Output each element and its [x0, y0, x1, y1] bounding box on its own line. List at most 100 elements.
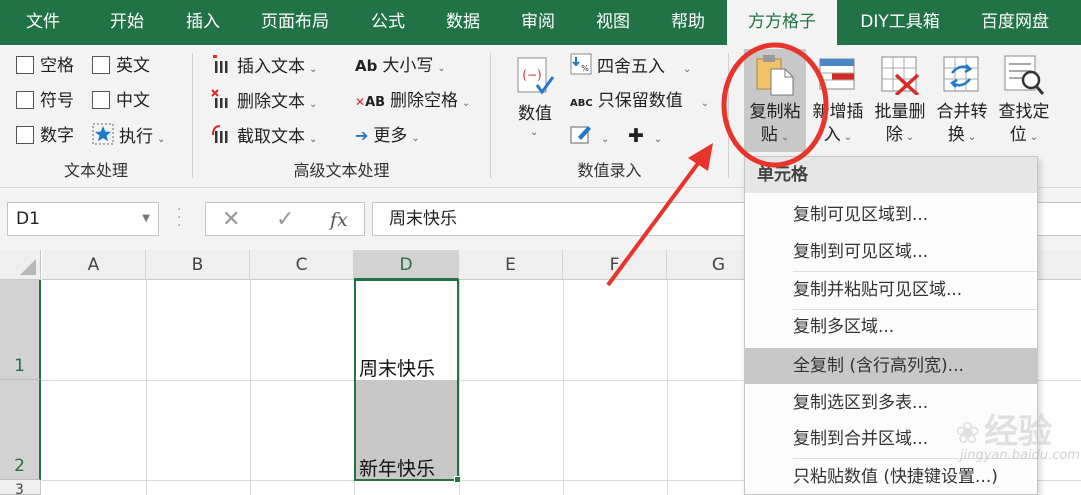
menu-bar: 文件 开始 插入 页面布局 公式 数据 审阅 视图 帮助 方方格子 DIY工具箱… [0, 0, 1081, 45]
execute-label: 执行 [119, 127, 153, 147]
chevron-down-icon: ⌄ [601, 134, 610, 145]
round-button[interactable]: % 四舍五入 ⌄ [570, 53, 691, 79]
svg-text:(−): (−) [522, 68, 541, 82]
chevron-down-icon[interactable]: ▼ [142, 203, 150, 235]
grid-line [354, 280, 355, 495]
checkbox-icon[interactable] [16, 91, 34, 109]
name-box-value: D1 [16, 209, 40, 229]
chevron-down-icon: ⌄ [530, 127, 539, 138]
menu-item-copy-to-visible[interactable]: 复制到可见区域... [745, 234, 1037, 270]
insert-text-label: 插入文本 [237, 57, 305, 77]
checkbox-icon[interactable] [16, 56, 34, 74]
menu-item-paste-values-only[interactable]: 只粘贴数值 (快捷键设置...) [745, 459, 1037, 495]
batch-delete-label: 批量删除 ⌄ [874, 102, 926, 145]
row-number: 3 [15, 482, 24, 495]
tab-file[interactable]: 文件 [10, 0, 76, 45]
tab-review[interactable]: 审阅 [505, 0, 571, 45]
cancel-icon[interactable]: ✕ [222, 207, 240, 232]
svg-text:%: % [581, 64, 589, 73]
chevron-down-icon: ⌄ [309, 134, 318, 145]
keep-values-icon: ABC [570, 98, 593, 109]
chevron-down-icon: ⌄ [157, 134, 166, 145]
checkbox-icon[interactable] [92, 91, 110, 109]
cell-d1[interactable]: 周末快乐 [359, 354, 435, 381]
dropdown-header: 单元格 [745, 157, 1037, 193]
group-label-text-processing: 文本处理 [63, 161, 128, 180]
fx-icon[interactable]: fx [330, 209, 348, 231]
grid-line [563, 280, 564, 495]
name-box[interactable]: D1 ▼ [7, 202, 159, 236]
tab-fangfang-gezi[interactable]: 方方格子 [727, 0, 837, 45]
checkbox-number[interactable]: 数字 [16, 123, 74, 149]
row-header-3[interactable]: 3 [0, 480, 41, 495]
menu-item-copy-to-merged[interactable]: 复制到合并区域... [745, 421, 1037, 457]
batch-delete-button[interactable]: 批量删除 ⌄ [870, 49, 930, 152]
checkbox-symbol[interactable]: 符号 [16, 88, 74, 114]
extract-text-button[interactable]: 截取文本 ⌄ [210, 123, 317, 149]
tab-page-layout[interactable]: 页面布局 [245, 0, 345, 45]
execute-button[interactable]: 执行 ⌄ [92, 123, 165, 149]
tab-diy-toolbox[interactable]: DIY工具箱 [845, 0, 955, 45]
row-header-2[interactable]: 2 [0, 380, 41, 480]
chevron-down-icon: ⌄ [462, 98, 471, 109]
fill-handle[interactable] [454, 476, 461, 483]
case-button[interactable]: Ab 大小写 ⌄ [355, 53, 446, 79]
menu-item-copy-paste-visible[interactable]: 复制并粘贴可见区域... [745, 272, 1037, 308]
chevron-down-icon: ⌄ [653, 134, 663, 145]
checkbox-icon[interactable] [16, 126, 34, 144]
chevron-down-icon: ⌄ [411, 133, 420, 144]
column-header-e[interactable]: E [459, 250, 563, 280]
tab-baidu-netdisk[interactable]: 百度网盘 [965, 0, 1065, 45]
column-header-b[interactable]: B [146, 250, 250, 280]
copy-paste-button[interactable]: 复制粘贴 ⌄ [744, 49, 806, 152]
insert-text-button[interactable]: 插入文本 ⌄ [210, 53, 317, 79]
tab-formulas[interactable]: 公式 [355, 0, 421, 45]
insert-text-icon [213, 55, 228, 73]
tab-view[interactable]: 视图 [580, 0, 646, 45]
column-header-a[interactable]: A [42, 250, 146, 280]
checkbox-space[interactable]: 空格 [16, 53, 74, 79]
checkbox-chinese-label: 中文 [116, 91, 150, 111]
edit-tool-button[interactable]: ⌄ [570, 123, 609, 149]
group-label-numeric-entry: 数值录入 [577, 161, 642, 180]
menu-item-full-copy[interactable]: 全复制 (含行高列宽)... [745, 348, 1037, 384]
case-icon: Ab [355, 57, 378, 75]
copy-paste-icon [756, 55, 794, 96]
delete-spaces-icon-text: AB [365, 95, 386, 110]
chevron-down-icon: ⌄ [700, 98, 710, 109]
keep-values-button[interactable]: ABC 只保留数值 ⌄ [570, 88, 709, 114]
insert-new-button[interactable]: 新增插入 ⌄ [808, 49, 868, 152]
column-header-d[interactable]: D [354, 250, 459, 280]
copy-paste-label: 复制粘贴 ⌄ [749, 102, 801, 145]
cell-d2[interactable]: 新年快乐 [359, 454, 435, 481]
checkbox-chinese[interactable]: 中文 [92, 88, 150, 114]
menu-item-copy-visible-to[interactable]: 复制可见区域到... [745, 197, 1037, 233]
checkbox-english[interactable]: 英文 [92, 53, 150, 79]
confirm-icon[interactable]: ✓ [276, 207, 294, 232]
drag-handle-icon[interactable]: · · · [177, 203, 181, 233]
checkbox-space-label: 空格 [40, 56, 74, 76]
find-locate-icon [1004, 55, 1045, 95]
plus-button[interactable]: ✚ ⌄ [628, 123, 662, 149]
copy-paste-dropdown: 单元格 复制可见区域到... 复制到可见区域... 复制并粘贴可见区域... 复… [744, 156, 1038, 495]
numeric-button[interactable]: (−) 数值 ⌄ [505, 53, 565, 153]
delete-text-button[interactable]: 删除文本 ⌄ [210, 88, 317, 114]
menu-item-copy-multi-range[interactable]: 复制多区域... [745, 309, 1037, 345]
column-header-f[interactable]: F [563, 250, 667, 280]
extract-text-icon [212, 125, 228, 143]
menu-item-copy-to-sheets[interactable]: 复制选区到多表... [745, 385, 1037, 421]
chevron-down-icon: ⌄ [309, 99, 318, 110]
merge-convert-button[interactable]: 合并转换 ⌄ [932, 49, 992, 152]
select-all-corner[interactable] [0, 250, 41, 280]
tab-home[interactable]: 开始 [92, 0, 162, 45]
checkbox-icon[interactable] [92, 56, 110, 74]
find-locate-button[interactable]: 查找定位 ⌄ [994, 49, 1054, 152]
batch-delete-icon [881, 56, 920, 95]
more-button[interactable]: ➔ 更多 ⌄ [355, 123, 420, 149]
column-header-c[interactable]: C [250, 250, 354, 280]
row-header-1[interactable]: 1 [0, 280, 41, 380]
tab-insert[interactable]: 插入 [168, 0, 238, 45]
tab-data[interactable]: 数据 [430, 0, 496, 45]
tab-help[interactable]: 帮助 [655, 0, 721, 45]
delete-spaces-button[interactable]: ✕AB 删除空格 ⌄ [355, 88, 470, 114]
